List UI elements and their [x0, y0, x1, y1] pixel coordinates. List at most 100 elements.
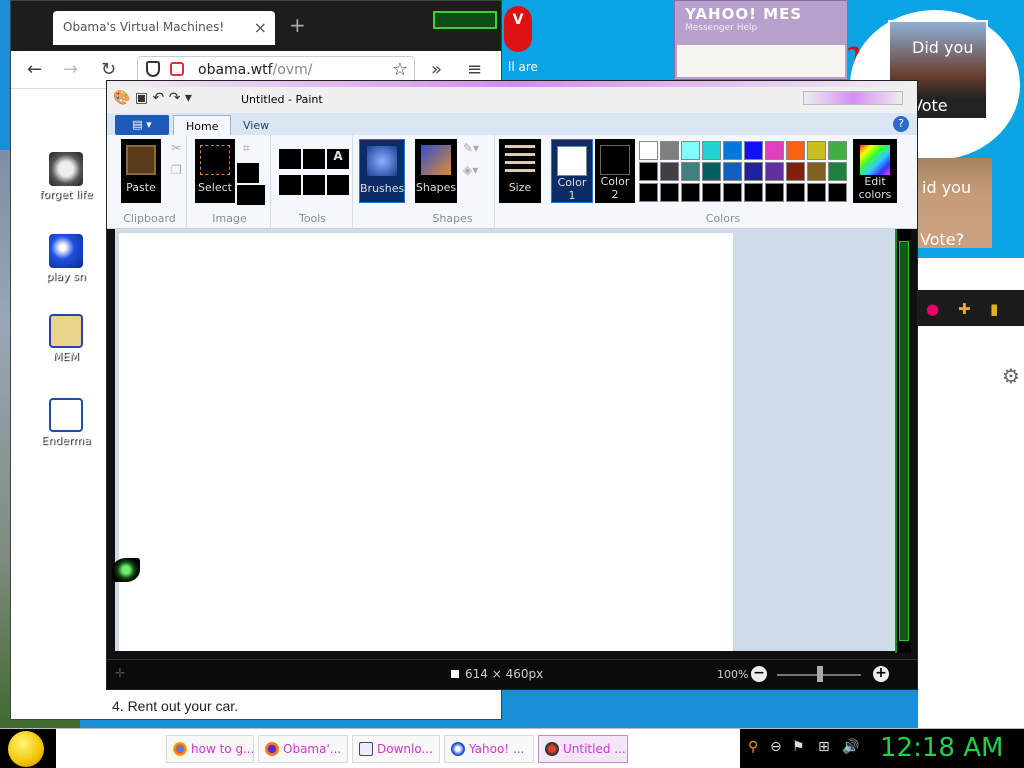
- color-swatch[interactable]: [807, 141, 826, 160]
- text-icon[interactable]: A: [327, 149, 349, 169]
- reload-icon[interactable]: ↻: [101, 59, 116, 80]
- vertical-scrollbar[interactable]: [895, 229, 911, 653]
- color-swatch[interactable]: [786, 141, 805, 160]
- color-swatch[interactable]: [807, 162, 826, 181]
- empty-color-swatch[interactable]: [660, 183, 679, 202]
- shield-icon[interactable]: [146, 61, 160, 77]
- lock-icon[interactable]: [170, 62, 184, 76]
- brushes-button[interactable]: Brushes: [359, 139, 405, 203]
- color-swatch[interactable]: [639, 162, 658, 181]
- file-menu-button[interactable]: ▤ ▾: [115, 115, 169, 135]
- taskbar-item-paint[interactable]: Untitled ...: [538, 735, 628, 763]
- color-swatch[interactable]: [786, 162, 805, 181]
- desktop-icon-mem[interactable]: MEM: [34, 314, 98, 363]
- empty-color-swatch[interactable]: [681, 183, 700, 202]
- browser-tabbar: Obama's Virtual Machines! × +: [11, 1, 501, 51]
- outline-icon[interactable]: ✎▾: [463, 141, 479, 155]
- color-swatch[interactable]: [828, 162, 847, 181]
- tab-home[interactable]: Home: [173, 115, 232, 136]
- empty-color-swatch[interactable]: [702, 183, 721, 202]
- group-shapes: Shapes ✎▾ ◈▾ Shapes: [411, 135, 495, 229]
- back-icon[interactable]: ←: [27, 59, 42, 80]
- browser-tab[interactable]: Obama's Virtual Machines! ×: [53, 11, 275, 45]
- magnifier-icon[interactable]: [327, 175, 349, 195]
- color-swatch[interactable]: [744, 141, 763, 160]
- color-swatch[interactable]: [765, 162, 784, 181]
- color-swatch[interactable]: [660, 141, 679, 160]
- url-domain: obama.wtf: [198, 62, 273, 78]
- color-swatch[interactable]: [681, 162, 700, 181]
- taskbar-item-downloads[interactable]: Downlo...: [352, 735, 440, 763]
- network-icon[interactable]: ⊞: [818, 739, 830, 755]
- color-swatch[interactable]: [744, 162, 763, 181]
- desktop-icon-enderman[interactable]: Enderma: [34, 398, 98, 447]
- crop-icon[interactable]: ⌗: [243, 141, 250, 156]
- taskbar-item-chrome[interactable]: how to g...: [166, 735, 254, 763]
- volume-icon[interactable]: 🔊: [842, 739, 859, 755]
- taskbar-item-firefox[interactable]: Obama'...: [258, 735, 348, 763]
- desktop-icon-play-snake[interactable]: play sn: [34, 234, 98, 283]
- overflow-icon[interactable]: »: [431, 59, 442, 80]
- gear-icon[interactable]: ⚙: [1002, 364, 1020, 388]
- forward-icon[interactable]: →: [63, 59, 78, 80]
- sidebar-icon[interactable]: ▮: [990, 300, 998, 318]
- color-swatch[interactable]: [660, 162, 679, 181]
- color-swatch[interactable]: [702, 141, 721, 160]
- menu-icon[interactable]: ≡: [467, 59, 482, 80]
- fill-icon[interactable]: [303, 149, 325, 169]
- yahoo-messenger-window[interactable]: YAHOO! MES Messenger Help: [674, 0, 848, 80]
- quick-access-toolbar[interactable]: 🎨 ▣ ↶ ↷ ▾: [113, 90, 192, 106]
- star-icon[interactable]: ☆: [392, 59, 408, 80]
- minus-icon[interactable]: ⊖: [770, 739, 782, 755]
- close-icon[interactable]: ×: [254, 18, 267, 37]
- rotate-icon[interactable]: [237, 185, 265, 205]
- color-swatch[interactable]: [723, 141, 742, 160]
- color-swatch[interactable]: [828, 141, 847, 160]
- empty-color-swatch[interactable]: [765, 183, 784, 202]
- cut-icon[interactable]: ✂: [171, 141, 181, 155]
- empty-color-swatch[interactable]: [744, 183, 763, 202]
- new-tab-button[interactable]: +: [289, 13, 306, 37]
- edit-colors-button[interactable]: Edit colors: [853, 139, 897, 203]
- clock[interactable]: 12:18 AM: [880, 733, 1003, 763]
- shapes-button[interactable]: Shapes: [415, 139, 457, 203]
- drawing-canvas[interactable]: [119, 233, 733, 651]
- desktop-icon-forget-life[interactable]: forget life: [34, 152, 98, 201]
- zoom-in-button[interactable]: +: [873, 666, 889, 682]
- pencil-icon[interactable]: [279, 149, 301, 169]
- scrollbar-thumb[interactable]: [899, 241, 909, 641]
- window-controls[interactable]: [433, 11, 497, 29]
- color-picker-icon[interactable]: [303, 175, 325, 195]
- color-swatch[interactable]: [765, 141, 784, 160]
- search-icon[interactable]: ⚲: [748, 739, 758, 755]
- empty-color-swatch[interactable]: [639, 183, 658, 202]
- taskbar-item-yahoo[interactable]: Yahoo! ...: [444, 735, 534, 763]
- paste-button[interactable]: Paste: [121, 139, 161, 203]
- color2-button[interactable]: Color 2: [595, 139, 635, 203]
- flag-icon[interactable]: ⚑: [792, 739, 805, 755]
- select-button[interactable]: Select: [195, 139, 235, 203]
- flag-icon[interactable]: ●: [926, 300, 939, 318]
- size-button[interactable]: Size: [499, 139, 541, 203]
- start-button[interactable]: [0, 729, 56, 768]
- color-swatch[interactable]: [723, 162, 742, 181]
- color-swatch[interactable]: [681, 141, 700, 160]
- fill-shape-icon[interactable]: ◈▾: [463, 163, 478, 177]
- empty-color-swatch[interactable]: [723, 183, 742, 202]
- color-swatch[interactable]: [702, 162, 721, 181]
- empty-color-swatch[interactable]: [828, 183, 847, 202]
- empty-color-swatch[interactable]: [786, 183, 805, 202]
- puzzle-icon[interactable]: ✚: [958, 300, 971, 318]
- copy-icon[interactable]: ❐: [171, 163, 182, 177]
- tab-view[interactable]: View: [231, 115, 281, 136]
- help-icon[interactable]: ?: [893, 116, 909, 132]
- yahoo-menu[interactable]: Messenger Help: [675, 23, 847, 33]
- zoom-slider-thumb[interactable]: [817, 666, 823, 682]
- empty-color-swatch[interactable]: [807, 183, 826, 202]
- zoom-out-button[interactable]: −: [751, 666, 767, 682]
- color-swatch[interactable]: [639, 141, 658, 160]
- window-controls[interactable]: [803, 91, 903, 105]
- eraser-icon[interactable]: [279, 175, 301, 195]
- resize-icon[interactable]: [237, 163, 259, 183]
- color1-button[interactable]: Color 1: [551, 139, 593, 203]
